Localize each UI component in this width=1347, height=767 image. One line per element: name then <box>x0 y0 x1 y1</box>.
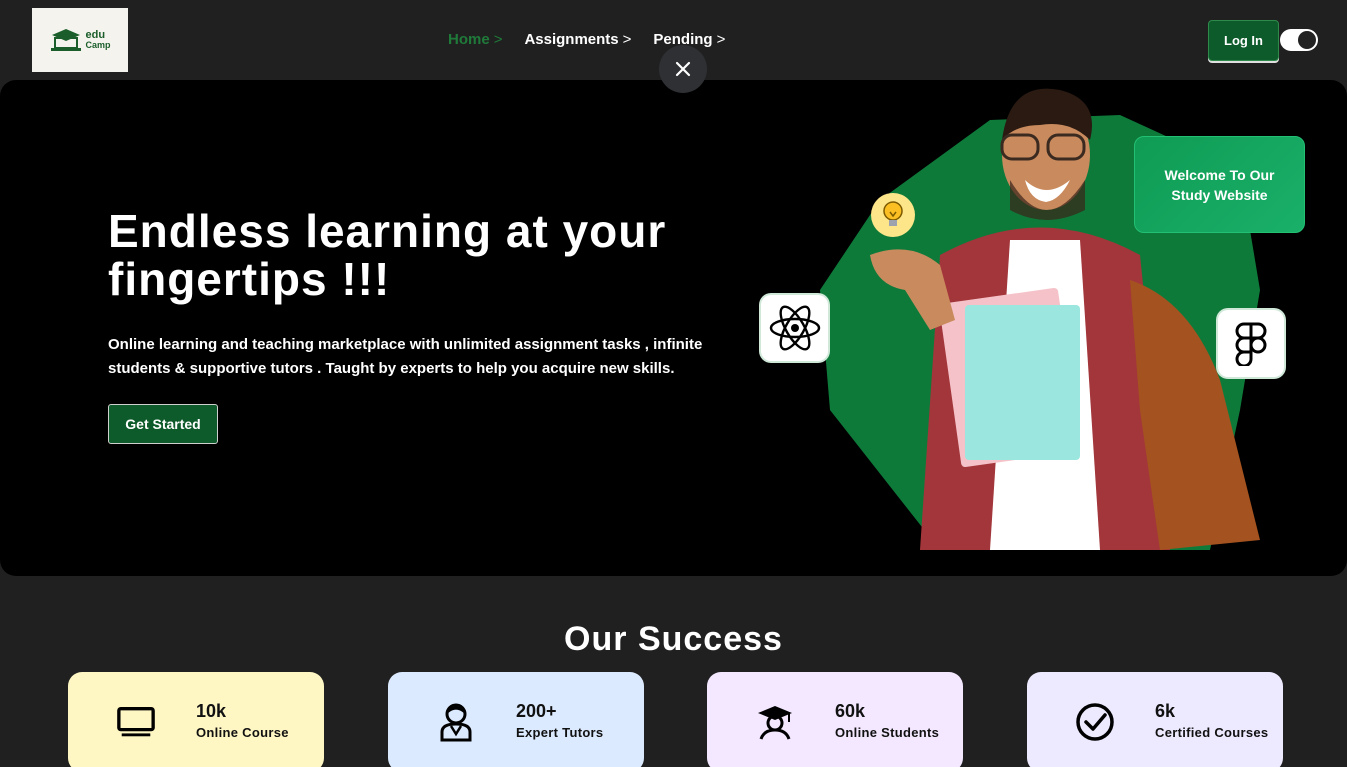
figma-tile <box>1218 310 1284 377</box>
monitor-icon <box>116 702 156 742</box>
stat-value: 60k <box>835 701 866 721</box>
hero-title: Endless learning at your fingertips !!! <box>108 205 667 305</box>
stat-value: 200+ <box>516 701 557 721</box>
stat-label: Expert Tutors <box>516 725 604 740</box>
figma-icon <box>1235 322 1267 366</box>
close-button[interactable] <box>659 45 707 93</box>
theme-toggle[interactable] <box>1280 29 1318 51</box>
stat-card-online-course: 10k Online Course <box>68 672 324 767</box>
stat-card-expert-tutors: 200+ Expert Tutors <box>388 672 644 767</box>
get-started-button[interactable]: Get Started <box>108 404 218 444</box>
logo-text-edu: edu <box>85 29 106 41</box>
logo-text-camp: Camp <box>85 40 111 50</box>
logo[interactable]: edu Camp <box>32 8 128 72</box>
stat-card-certified-courses: 6k Certified Courses <box>1027 672 1283 767</box>
stat-label: Certified Courses <box>1155 725 1269 740</box>
chevron-right-icon: > <box>493 31 503 48</box>
toggle-knob <box>1298 31 1316 49</box>
hero-description: Online learning and teaching marketplace… <box>108 336 703 377</box>
check-circle-icon <box>1075 702 1115 742</box>
graduation-laptop-icon <box>51 29 82 51</box>
tutor-icon <box>436 702 476 742</box>
lightbulb-icon <box>871 193 915 237</box>
stat-value: 10k <box>196 701 227 721</box>
stat-label: Online Course <box>196 725 289 740</box>
react-icon <box>769 305 820 351</box>
graduate-icon <box>755 702 795 742</box>
stat-label: Online Students <box>835 725 940 740</box>
login-button[interactable]: Log In <box>1208 20 1279 61</box>
chevron-right-icon: > <box>622 31 632 48</box>
nav-item-home[interactable]: Home > <box>448 31 502 48</box>
close-icon <box>675 61 691 77</box>
nav-item-label: Home <box>448 31 490 48</box>
success-title: Our Success <box>564 620 783 658</box>
nav-item-label: Assignments <box>524 31 619 48</box>
nav-item-assignments[interactable]: Assignments > <box>524 31 631 48</box>
chevron-right-icon: > <box>716 31 726 48</box>
stat-card-online-students: 60k Online Students <box>707 672 963 767</box>
stat-value: 6k <box>1155 701 1176 721</box>
react-tile <box>761 295 828 361</box>
welcome-card: Welcome To Our Study Website <box>1134 136 1305 233</box>
